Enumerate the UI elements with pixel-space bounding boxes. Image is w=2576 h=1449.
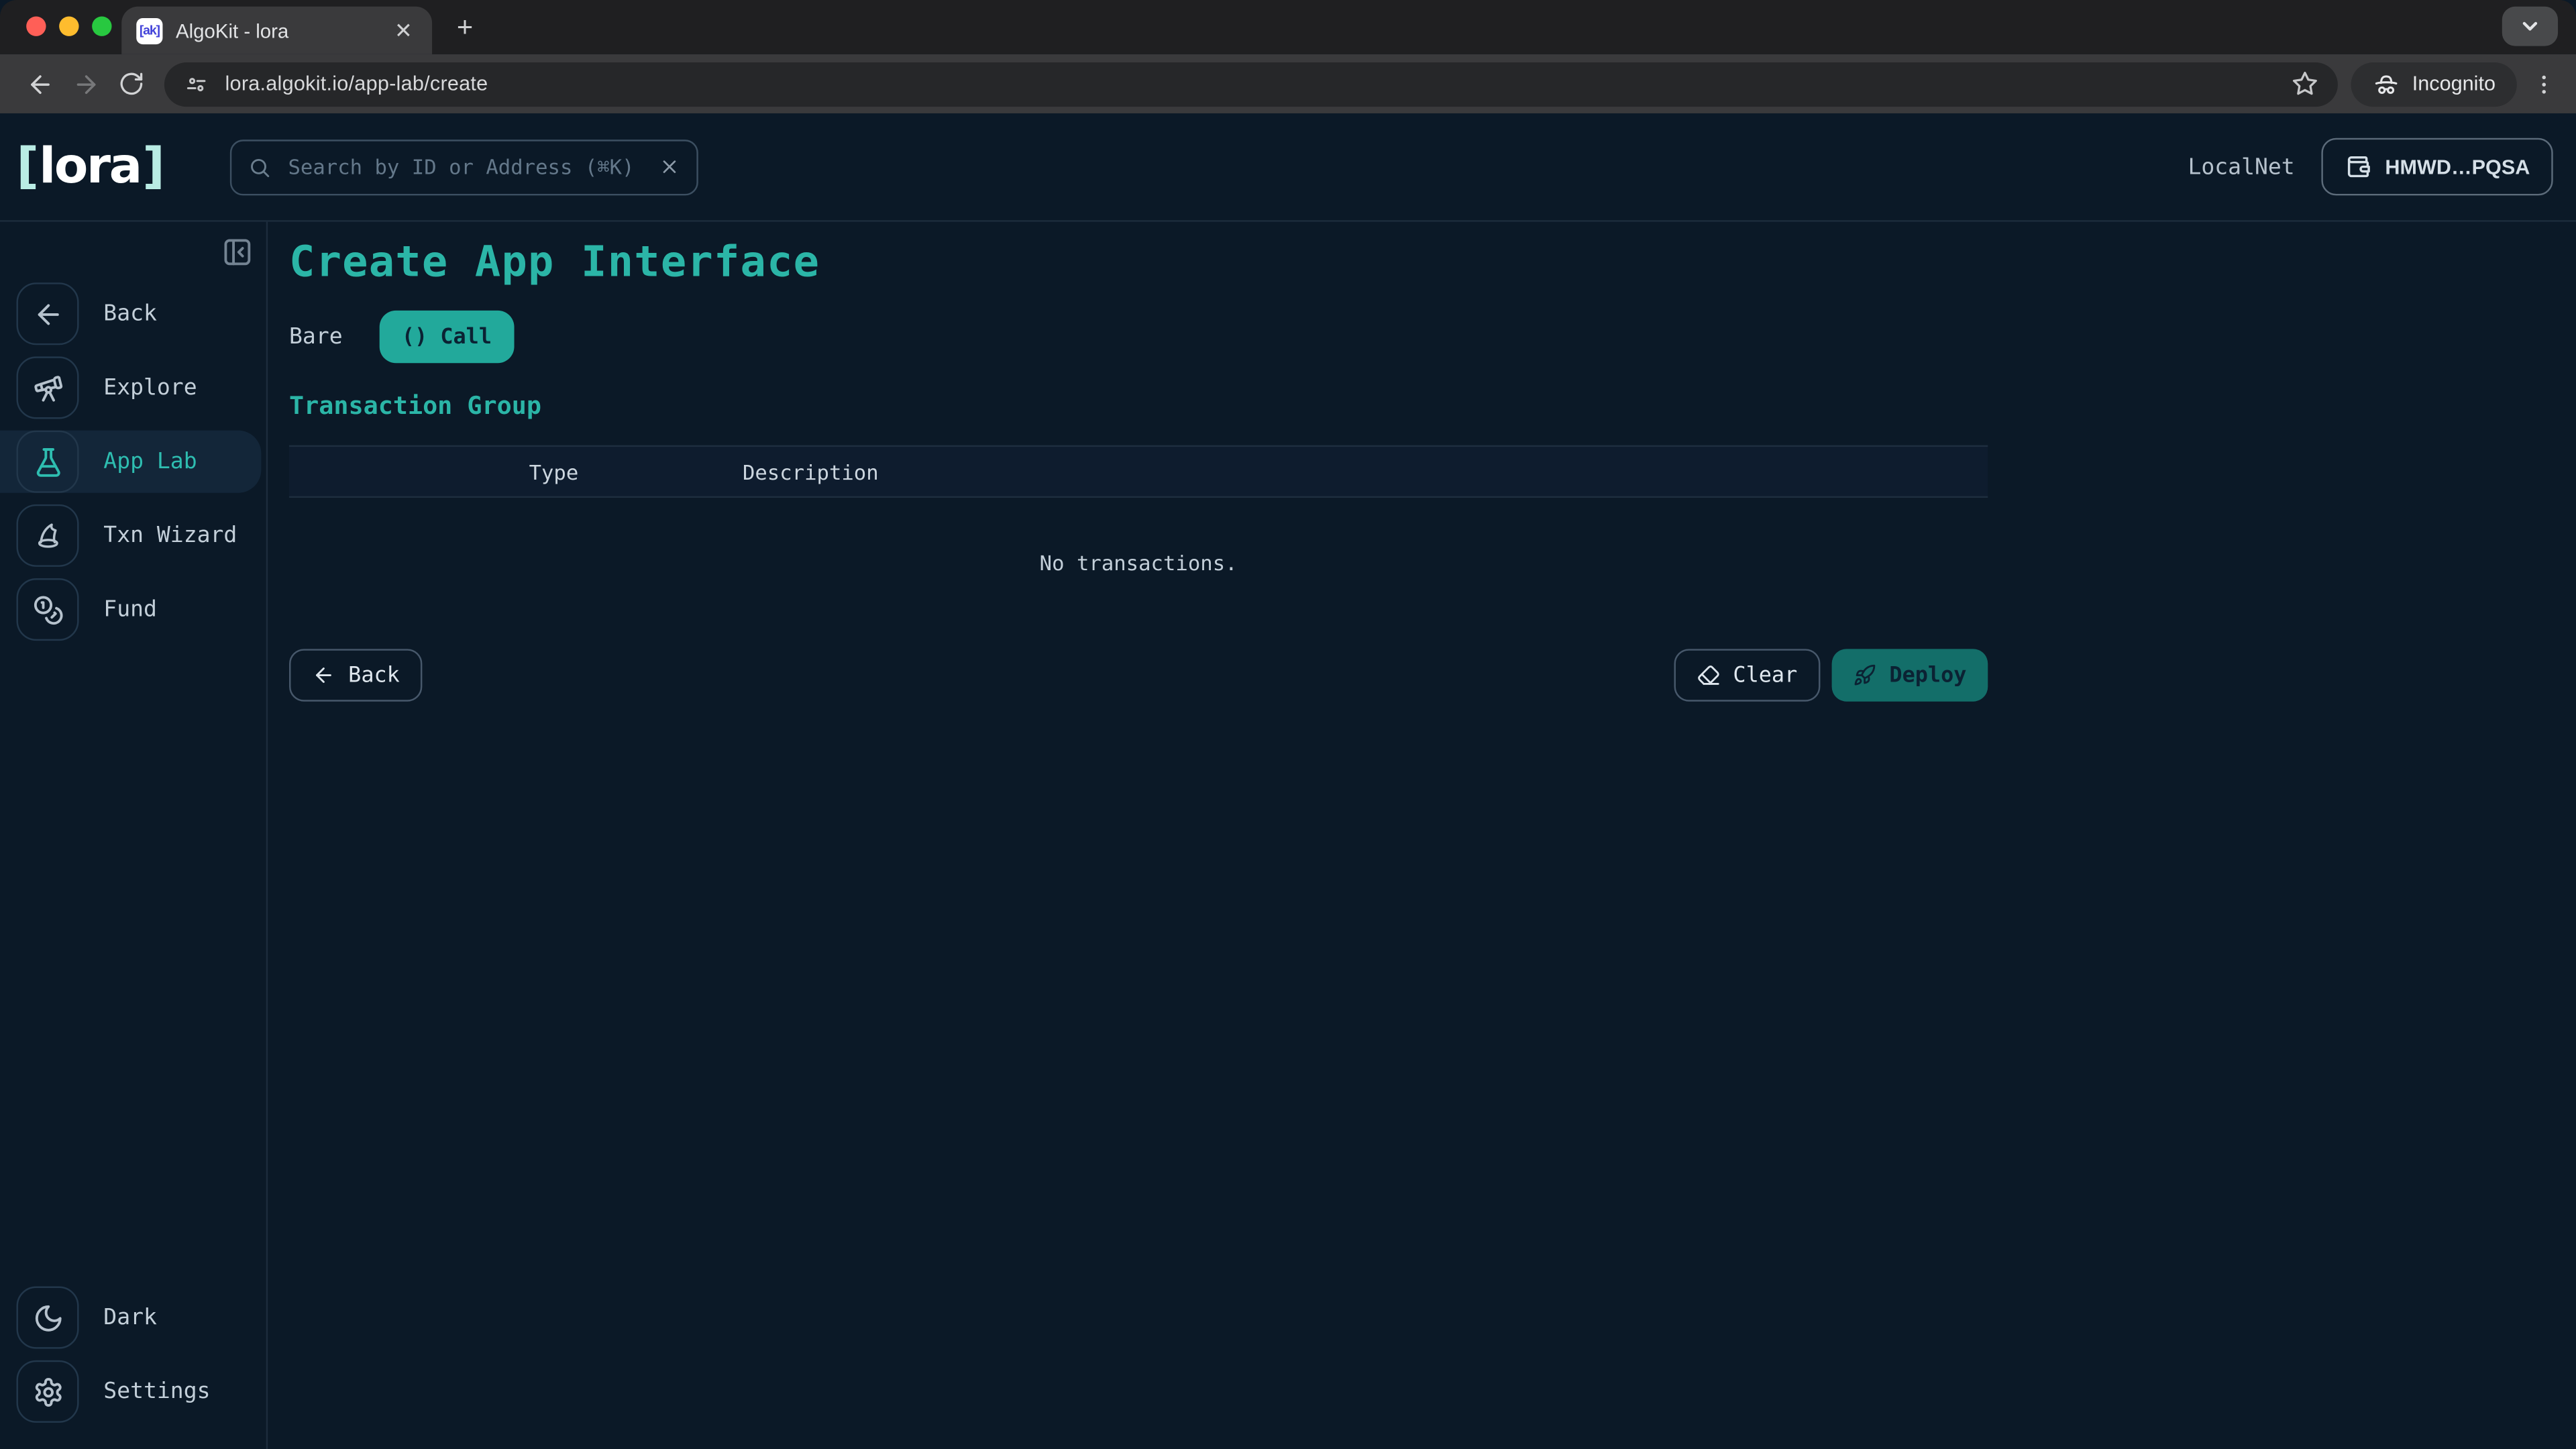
sidebar-item-label: Txn Wizard [103, 523, 237, 549]
back-nav-button[interactable] [16, 61, 62, 107]
main-content: Create App Interface Bare () Call Transa… [268, 222, 2576, 1449]
browser-menu-button[interactable] [2527, 61, 2560, 107]
sidebar-item-label: Settings [103, 1379, 210, 1405]
sidebar-item-label: App Lab [103, 449, 197, 475]
flask-icon [16, 431, 78, 493]
column-header-description: Description [743, 459, 1988, 484]
sidebar-item-fund[interactable]: Fund [0, 578, 266, 641]
sidebar-item-theme-toggle[interactable]: Dark [0, 1287, 266, 1349]
deploy-button-label: Deploy [1889, 663, 1966, 688]
reload-button[interactable] [109, 61, 155, 107]
table-header-row: Type Description [289, 445, 1988, 498]
gear-icon [16, 1360, 78, 1423]
column-header-type: Type [529, 459, 743, 484]
page-title: Create App Interface [289, 240, 2555, 286]
rocket-icon [1854, 663, 1876, 686]
arrow-left-icon [16, 282, 78, 345]
arrow-left-icon [25, 70, 54, 98]
browser-tab[interactable]: [ak] AlgoKit - lora ✕ [121, 7, 432, 54]
incognito-label: Incognito [2412, 72, 2496, 95]
sidebar-item-label: Explore [103, 374, 197, 400]
table-empty-row: No transactions. [289, 498, 1988, 649]
sidebar-item-settings[interactable]: Settings [0, 1360, 266, 1423]
back-button-label: Back [348, 663, 400, 688]
logo-bracket-right: ] [142, 138, 163, 196]
logo-bracket-left: [ [16, 138, 37, 196]
minimize-window-button[interactable] [59, 16, 78, 36]
sidebar-item-back[interactable]: Back [0, 282, 266, 345]
telescope-icon [16, 356, 78, 419]
arrow-left-icon [312, 663, 335, 686]
mode-option-bare[interactable]: Bare [289, 323, 343, 350]
eraser-icon [1697, 663, 1720, 686]
app-root: [ lora ] LocalNet HMWD…PQSA [0, 113, 2576, 1449]
forward-nav-button[interactable] [62, 61, 109, 107]
search-clear-icon[interactable] [659, 156, 681, 178]
address-bar[interactable]: lora.algokit.io/app-lab/create [164, 62, 2339, 106]
mode-toggle: Bare () Call [289, 311, 2555, 363]
chevron-down-icon [2518, 15, 2541, 38]
reload-icon [118, 70, 144, 97]
deploy-button[interactable]: Deploy [1832, 649, 1988, 701]
logo-word: lora [39, 138, 141, 196]
sidebar-item-app-lab[interactable]: App Lab [0, 431, 261, 493]
tab-title: AlgoKit - lora [176, 19, 388, 42]
section-title: Transaction Group [289, 392, 2555, 419]
sidebar-collapse-button[interactable] [222, 237, 254, 268]
fullscreen-window-button[interactable] [92, 16, 111, 36]
tab-favicon: [ak] [136, 17, 162, 44]
sidebar-item-label: Dark [103, 1304, 157, 1330]
bookmark-star-icon[interactable] [2282, 70, 2328, 97]
wallet-icon [2344, 153, 2372, 181]
sidebar-item-txn-wizard[interactable]: Txn Wizard [0, 504, 266, 567]
sidebar: Back Explore App Lab [0, 222, 268, 1449]
clear-button[interactable]: Clear [1674, 649, 1820, 701]
sidebar-bottom: Dark Settings [0, 1287, 266, 1449]
kebab-menu-icon [2531, 72, 2556, 97]
sidebar-nav: Back Explore App Lab [0, 282, 266, 641]
sidebar-item-label: Back [103, 301, 157, 327]
clear-button-label: Clear [1733, 663, 1797, 688]
incognito-icon [2373, 70, 2401, 98]
close-window-button[interactable] [26, 16, 46, 36]
wallet-button[interactable]: HMWD…PQSA [2321, 138, 2553, 196]
wizard-hat-icon [16, 504, 78, 567]
tab-search-button[interactable] [2502, 7, 2558, 46]
screen: [ak] AlgoKit - lora ✕ + lora.algokit.io/… [0, 0, 2576, 1449]
tab-strip: [ak] AlgoKit - lora ✕ + [0, 0, 2576, 54]
tab-close-icon[interactable]: ✕ [388, 16, 419, 44]
wallet-address: HMWD…PQSA [2385, 155, 2530, 178]
url-text[interactable]: lora.algokit.io/app-lab/create [225, 72, 2283, 95]
network-selector[interactable]: LocalNet [2188, 154, 2294, 180]
app-header: [ lora ] LocalNet HMWD…PQSA [0, 113, 2576, 222]
transaction-group-table: Type Description No transactions. [289, 445, 1988, 649]
empty-message: No transactions. [1040, 549, 1238, 597]
coins-icon [16, 578, 78, 641]
window-controls [26, 16, 111, 36]
mode-option-call[interactable]: () Call [379, 311, 515, 363]
site-info-icon[interactable] [184, 72, 209, 97]
incognito-badge: Incognito [2351, 62, 2517, 106]
back-button[interactable]: Back [289, 649, 423, 701]
arrow-right-icon [72, 70, 100, 98]
sidebar-item-explore[interactable]: Explore [0, 356, 266, 419]
global-search[interactable] [231, 139, 699, 195]
sidebar-item-label: Fund [103, 596, 157, 623]
search-icon [249, 155, 272, 178]
lora-logo[interactable]: [ lora ] [16, 138, 163, 196]
search-input[interactable] [285, 153, 659, 181]
form-actions: Back Clear Deploy [289, 649, 1988, 701]
panel-collapse-icon [222, 237, 254, 268]
new-tab-button[interactable]: + [447, 10, 483, 46]
browser-toolbar: lora.algokit.io/app-lab/create Incognito [0, 54, 2576, 113]
moon-icon [16, 1287, 78, 1349]
browser-window: [ak] AlgoKit - lora ✕ + lora.algokit.io/… [0, 0, 2576, 1449]
